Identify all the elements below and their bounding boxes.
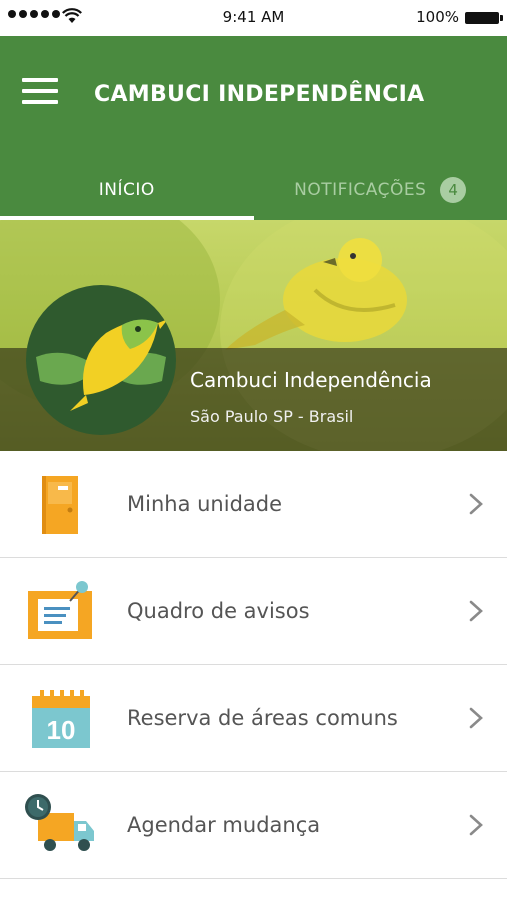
chevron-right-icon <box>469 600 483 622</box>
calendar-icon: 10 <box>32 690 90 748</box>
battery-icon <box>465 12 503 24</box>
chevron-right-icon <box>469 707 483 729</box>
menu-item-reserva-areas-comuns[interactable]: 10 Reserva de áreas comuns <box>0 665 507 772</box>
bird-photo <box>225 238 407 350</box>
app-header: CAMBUCI INDEPENDÊNCIA INÍCIO NOTIFICAÇÕE… <box>0 36 507 220</box>
menu-item-label: Quadro de avisos <box>127 599 310 623</box>
tab-inicio-label: INÍCIO <box>98 180 155 200</box>
tab-inicio[interactable]: INÍCIO <box>0 160 254 220</box>
moving-truck-icon <box>25 794 94 851</box>
chevron-right-icon <box>469 814 483 836</box>
hamburger-menu-icon[interactable] <box>22 78 60 110</box>
condominium-name: Cambuci Independência <box>190 368 432 392</box>
menu-list: Minha unidade Quadro de avisos 10 Reserv… <box>0 451 507 879</box>
notification-count-badge: 4 <box>440 177 467 203</box>
tab-notificacoes[interactable]: NOTIFICAÇÕES 4 <box>254 160 507 220</box>
menu-item-label: Minha unidade <box>127 492 283 516</box>
tab-bar: INÍCIO NOTIFICAÇÕES 4 <box>0 160 507 220</box>
hero-banner: Cambuci Independência São Paulo SP - Bra… <box>0 220 507 451</box>
battery-percentage: 100% <box>416 8 459 26</box>
bird-leaf-logo-icon <box>26 285 176 435</box>
status-bar: 9:41 AM 100% <box>0 0 507 36</box>
menu-item-quadro-de-avisos[interactable]: Quadro de avisos <box>0 558 507 665</box>
menu-item-label: Agendar mudança <box>127 813 321 837</box>
tab-notificacoes-label: NOTIFICAÇÕES <box>294 180 427 200</box>
menu-item-label: Reserva de áreas comuns <box>127 706 398 730</box>
notice-board-icon <box>28 581 92 639</box>
menu-item-minha-unidade[interactable]: Minha unidade <box>0 451 507 558</box>
menu-item-agendar-mudanca[interactable]: Agendar mudança <box>0 772 507 879</box>
page-title: CAMBUCI INDEPENDÊNCIA <box>94 82 425 107</box>
condominium-location: São Paulo SP - Brasil <box>190 407 354 426</box>
door-icon <box>42 476 78 534</box>
calendar-day-text: 10 <box>47 715 76 745</box>
chevron-right-icon <box>469 493 483 515</box>
